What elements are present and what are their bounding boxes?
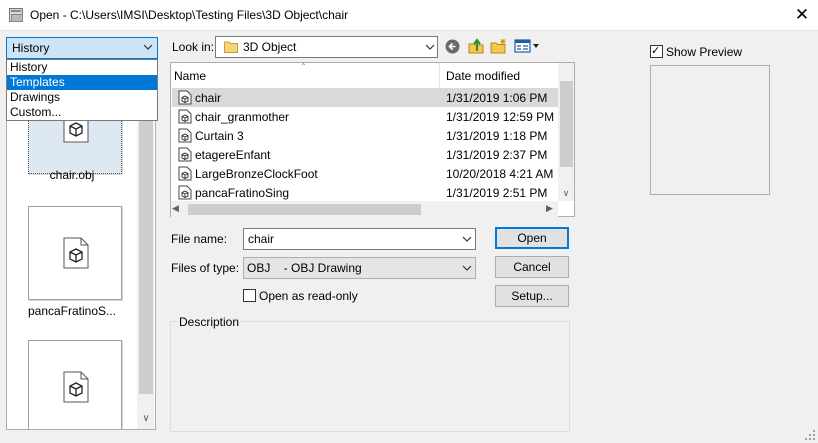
column-header-name[interactable]: Name (174, 69, 206, 83)
obj-file-icon (63, 237, 89, 269)
file-type-value: OBJ - OBJ Drawing (247, 261, 362, 275)
window-title: Open - C:\Users\IMSI\Desktop\Testing Fil… (30, 8, 349, 22)
checkmark-icon: ✓ (651, 45, 661, 57)
open-button[interactable]: Open (495, 227, 569, 249)
file-date: 1/31/2019 1:06 PM (446, 91, 548, 105)
scroll-down-arrow-icon[interactable]: ∨ (139, 412, 153, 426)
file-date: 10/20/2018 4:21 AM (446, 167, 554, 181)
close-button[interactable]: ✕ (786, 0, 818, 31)
places-options-list[interactable]: History Templates Drawings Custom... (6, 59, 158, 121)
thumbnail-label: chair.obj (49, 168, 95, 182)
file-name: pancaFratinoSing (195, 186, 290, 200)
description-group (170, 321, 570, 432)
chevron-down-icon (425, 44, 435, 50)
file-name: Curtain 3 (195, 129, 244, 143)
places-dropdown[interactable]: History (6, 37, 158, 59)
setup-button[interactable]: Setup... (495, 285, 569, 307)
back-icon[interactable] (445, 39, 460, 54)
new-folder-icon[interactable] (490, 38, 507, 54)
file-type-label: Files of type: (171, 261, 240, 275)
file-row[interactable]: Curtain 3 1/31/2019 1:18 PM (172, 126, 558, 145)
column-divider[interactable] (439, 63, 440, 88)
obj-file-icon (178, 128, 192, 143)
chevron-down-icon (143, 44, 153, 50)
show-preview-label[interactable]: Show Preview (666, 45, 742, 59)
chevron-down-icon[interactable] (462, 235, 472, 243)
close-icon: ✕ (794, 5, 810, 24)
obj-file-icon (178, 185, 192, 200)
file-row[interactable]: etagereEnfant 1/31/2019 2:37 PM (172, 145, 558, 164)
read-only-label[interactable]: Open as read-only (259, 289, 358, 303)
file-date: 1/31/2019 1:18 PM (446, 129, 548, 143)
file-row[interactable]: pancaFratinoSing 1/31/2019 2:51 PM (172, 183, 558, 202)
places-option-templates[interactable]: Templates (7, 75, 157, 90)
obj-file-icon (178, 90, 192, 105)
scroll-left-arrow-icon[interactable]: ◀ (172, 203, 179, 214)
scroll-down-arrow-icon[interactable]: ∨ (559, 186, 573, 200)
preview-pane (650, 65, 770, 195)
app-icon (9, 8, 23, 22)
file-name-combobox[interactable] (243, 228, 476, 250)
places-option-drawings[interactable]: Drawings (7, 90, 157, 105)
places-option-custom[interactable]: Custom... (7, 105, 157, 120)
resize-grip-icon[interactable] (805, 430, 816, 441)
file-name: chair (195, 91, 222, 105)
obj-file-icon (178, 147, 192, 162)
scrollbar-thumb[interactable] (139, 78, 153, 394)
file-row[interactable]: LargeBronzeClockFoot 10/20/2018 4:21 AM (172, 164, 558, 183)
scrollbar-thumb[interactable] (188, 204, 421, 215)
file-name: chair_granmother (195, 110, 290, 124)
column-header-date[interactable]: Date modified (446, 69, 520, 83)
scroll-right-arrow-icon[interactable]: ▶ (546, 203, 553, 214)
sort-ascending-icon: ⌃ (300, 62, 307, 71)
look-in-value: 3D Object (243, 40, 297, 54)
views-menu-icon[interactable] (514, 38, 540, 54)
file-name: etagereEnfant (195, 148, 271, 162)
description-label: Description (177, 315, 242, 329)
file-name-input[interactable]: chair (248, 232, 274, 246)
chevron-down-icon[interactable] (462, 264, 472, 272)
file-date: 1/31/2019 12:59 PM (446, 110, 555, 124)
obj-file-icon (178, 166, 192, 181)
file-name: LargeBronzeClockFoot (195, 167, 318, 181)
places-selected: History (12, 41, 50, 55)
look-in-label: Look in: (172, 40, 215, 54)
file-name-label: File name: (171, 232, 228, 246)
read-only-checkbox[interactable] (243, 289, 256, 302)
file-row[interactable]: chair 1/31/2019 1:06 PM (172, 88, 558, 107)
thumbnail-panca[interactable] (28, 206, 122, 300)
file-date: 1/31/2019 2:51 PM (446, 186, 548, 200)
up-folder-icon[interactable] (468, 38, 484, 54)
file-row[interactable]: chair_granmother 1/31/2019 12:59 PM (172, 107, 558, 126)
obj-file-icon (178, 109, 192, 124)
thumbnail-label: pancaFratinoS... (27, 304, 117, 318)
file-date: 1/31/2019 2:37 PM (446, 148, 548, 162)
folder-icon (224, 41, 238, 53)
obj-file-icon (63, 371, 89, 403)
thumbnail-third[interactable] (28, 340, 122, 429)
scrollbar-thumb[interactable] (560, 81, 573, 167)
places-option-history[interactable]: History (7, 60, 157, 75)
cancel-button[interactable]: Cancel (495, 256, 569, 278)
